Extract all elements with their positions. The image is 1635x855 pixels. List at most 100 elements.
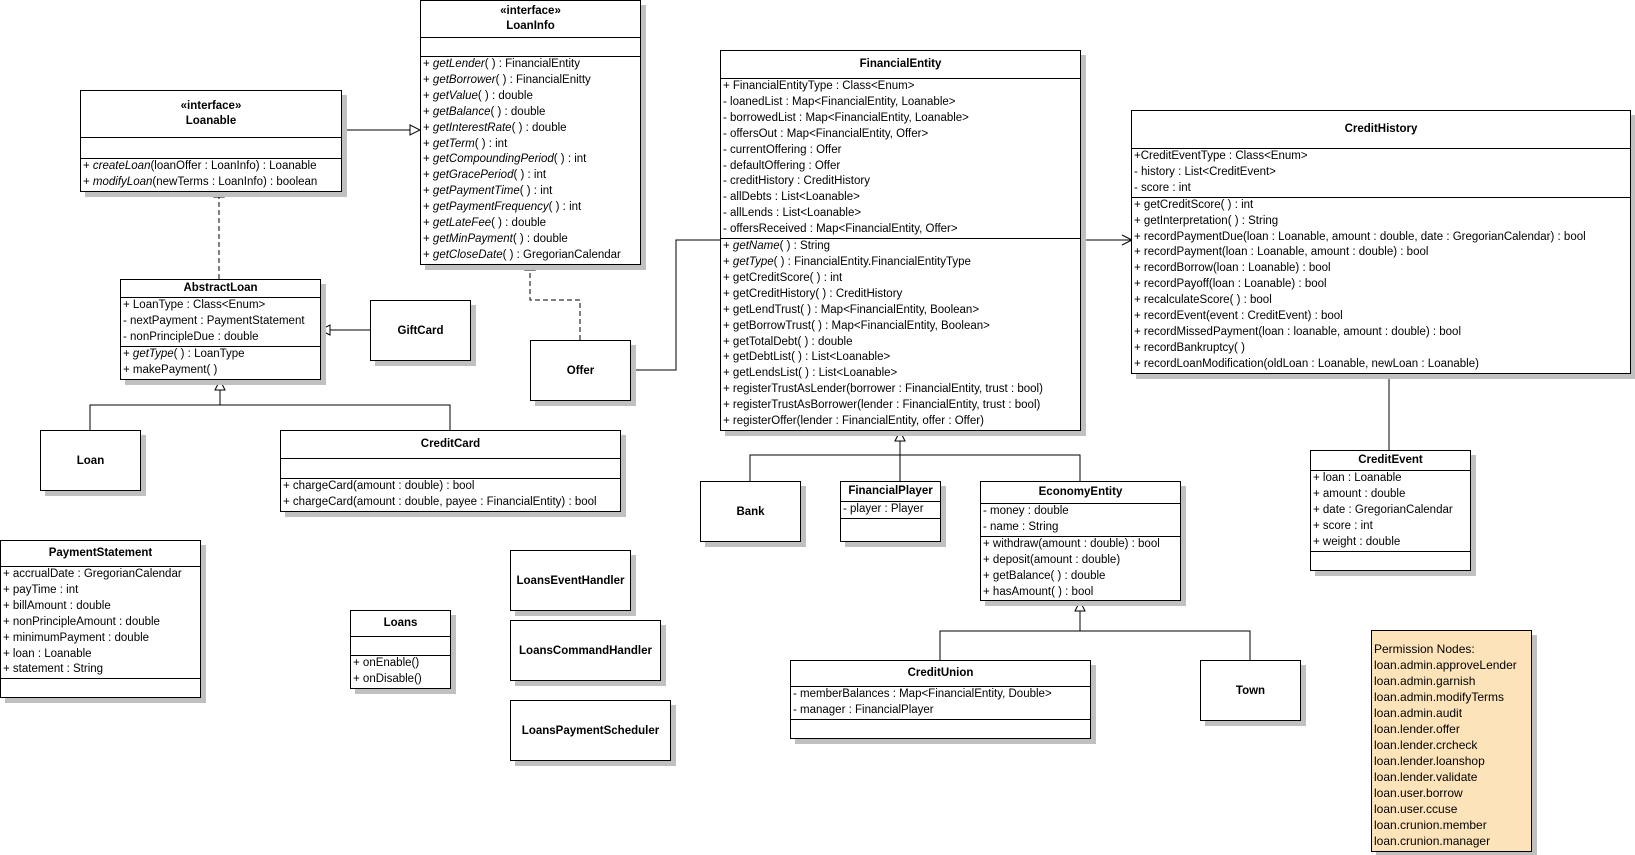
class-loanscommandhandler[interactable]: LoansCommandHandler bbox=[510, 620, 661, 681]
attribute-row: + FinancialEntityType : Class<Enum> bbox=[723, 80, 915, 92]
offer-implements-loaninfo bbox=[530, 260, 581, 340]
operation-row: + recalculateScore( ) : bool bbox=[1134, 294, 1272, 307]
operation-row: + hasAmount( ) : bool bbox=[983, 585, 1094, 598]
operation-row: + modifyLoan(newTerms : LoanInfo) : bool… bbox=[83, 175, 318, 188]
class-creditcard[interactable]: CreditCard + chargeCard(amount : double)… bbox=[280, 430, 621, 512]
class-financialplayer[interactable]: FinancialPlayer - player : Player bbox=[840, 481, 941, 542]
class-name: Loans bbox=[351, 611, 450, 637]
class-financialentity[interactable]: FinancialEntity + FinancialEntityType : … bbox=[720, 50, 1081, 431]
operations-section: + getName( ) : String + getType( ) : Fina… bbox=[721, 239, 1080, 430]
operation-name: getName bbox=[732, 240, 780, 253]
class-paymentstatement[interactable]: PaymentStatement + accrualDate : Gregori… bbox=[0, 540, 201, 699]
operation-row: + getBorrowTrust( ) : Map<FinancialEntit… bbox=[723, 319, 990, 332]
attribute-row: - player : Player bbox=[843, 503, 924, 515]
attributes-section bbox=[81, 138, 341, 159]
attributes-section: - money : double - name : String bbox=[981, 504, 1180, 537]
operation-name: getBorrowTrust bbox=[732, 319, 812, 332]
class-loanseventhandler[interactable]: LoansEventHandler bbox=[510, 550, 631, 611]
attributes-section bbox=[281, 459, 620, 479]
stereotype: «interface» bbox=[180, 100, 242, 112]
operation-row: + getPaymentFrequency( ) : int bbox=[423, 201, 582, 214]
operation-row: + withdraw(amount : double) : bool bbox=[983, 537, 1160, 550]
class-economyentity[interactable]: EconomyEntity - money : double - name : S… bbox=[980, 481, 1181, 602]
class-name: LoansEventHandler bbox=[516, 574, 625, 587]
operation-name: getLendTrust bbox=[732, 303, 801, 316]
operation-name: recordBorrow bbox=[1143, 262, 1213, 275]
operations-section: + onEnable() + onDisable() bbox=[351, 656, 450, 688]
attribute-row: - money : double bbox=[983, 505, 1069, 517]
operation-row: + getLendTrust( ) : Map<FinancialEntity,… bbox=[723, 303, 980, 316]
operation-row: + recordPayoff(loan : Loanable) : bool bbox=[1134, 278, 1327, 291]
operation-row: + recordBankruptcy( ) bbox=[1134, 341, 1245, 354]
permission-node: loan.lender.crcheck bbox=[1374, 738, 1478, 752]
attributes-section: + accrualDate : GregorianCalendar + payTi… bbox=[1, 567, 200, 680]
operation-row: + getValue( ) : double bbox=[423, 89, 533, 102]
operation-row: + registerTrustAsLender(borrower : Finan… bbox=[723, 383, 1043, 396]
operation-name: registerTrustAsLender bbox=[732, 383, 847, 396]
class-creditevent[interactable]: CreditEvent + loan : Loanable + amount : … bbox=[1310, 450, 1471, 571]
operation-name: getGracePeriod bbox=[432, 169, 514, 182]
operation-name: getInterestRate bbox=[432, 121, 512, 134]
operation-name: getPaymentFrequency bbox=[432, 201, 549, 214]
attribute-row: - history : List<CreditEvent> bbox=[1134, 165, 1276, 178]
attribute-row: + weight : double bbox=[1313, 535, 1401, 548]
permission-nodes-note[interactable]: Permission Nodes: loan.admin.approveLend… bbox=[1371, 630, 1532, 852]
operations-section bbox=[791, 720, 1090, 738]
operation-name: modifyLoan bbox=[92, 175, 153, 188]
attribute-row: - defaultOffering : Offer bbox=[723, 159, 841, 172]
permission-node: loan.lender.loanshop bbox=[1374, 754, 1485, 768]
operation-name: createLoan bbox=[92, 160, 151, 172]
operation-row: + chargeCard(amount : double) : bool bbox=[283, 480, 475, 492]
stereotype: «interface» bbox=[500, 5, 561, 17]
class-giftcard[interactable]: GiftCard bbox=[370, 300, 471, 361]
permission-node: loan.admin.garnish bbox=[1374, 674, 1476, 688]
class-name: FinancialPlayer bbox=[841, 482, 940, 502]
operation-name: onDisable bbox=[362, 672, 415, 685]
class-town[interactable]: Town bbox=[1200, 660, 1301, 721]
operation-row: + recordBorrow(loan : Loanable) : bool bbox=[1134, 262, 1331, 275]
class-loaninfo[interactable]: «interface» LoanInfo + getLender( ) : Fin… bbox=[420, 0, 641, 265]
operations-section: + withdraw(amount : double) : bool + depo… bbox=[981, 537, 1180, 601]
attribute-row: - allLends : List<Loanable> bbox=[723, 207, 862, 220]
operation-name: getLender bbox=[432, 58, 485, 70]
permission-node: loan.user.ccuse bbox=[1374, 802, 1458, 816]
operations-section: + chargeCard(amount : double) : bool + ch… bbox=[281, 479, 620, 511]
class-name: Loanable bbox=[185, 115, 237, 127]
operation-name: getPaymentTime bbox=[432, 185, 520, 198]
attribute-row: + billAmount : double bbox=[3, 599, 111, 612]
attribute-row: - score : int bbox=[1134, 181, 1191, 194]
operation-row: + recordMissedPayment(loan : loanable, a… bbox=[1134, 325, 1461, 338]
operation-row: + getBorrower( ) : FinancialEnitty bbox=[423, 73, 591, 86]
attribute-row: - memberBalances : Map<FinancialEntity, … bbox=[793, 688, 1052, 700]
class-loan[interactable]: Loan bbox=[40, 430, 141, 491]
operation-row: + deposit(amount : double) bbox=[983, 553, 1121, 566]
operation-name: getBalance bbox=[432, 105, 491, 118]
operation-row: + getMinPayment( ) : double bbox=[423, 232, 568, 245]
operation-row: + getType( ) : FinancialEntity.Financial… bbox=[723, 255, 971, 268]
operation-row: + getTotalDebt( ) : double bbox=[723, 335, 853, 348]
operation-name: registerOffer bbox=[732, 415, 797, 428]
operation-name: getMinPayment bbox=[432, 232, 513, 245]
operation-row: + getBalance( ) : double bbox=[983, 569, 1106, 582]
class-creditunion[interactable]: CreditUnion - memberBalances : Map<Finan… bbox=[790, 660, 1091, 739]
class-credithistory[interactable]: CreditHistory +CreditEventType : Class<E… bbox=[1131, 110, 1631, 374]
class-bank[interactable]: Bank bbox=[700, 481, 801, 542]
operation-name: getBorrower bbox=[432, 73, 496, 86]
operation-name: getTotalDebt bbox=[732, 335, 798, 348]
attribute-row: - name : String bbox=[983, 520, 1059, 533]
operation-row: + getCompoundingPeriod( ) : int bbox=[423, 153, 587, 166]
operation-name: makePayment bbox=[132, 363, 207, 376]
operation-name: getLendsList bbox=[732, 367, 799, 380]
class-offer[interactable]: Offer bbox=[530, 340, 631, 401]
operation-name: onEnable bbox=[362, 657, 412, 669]
operations-section: + getType( ) : LoanType + makePayment( ) bbox=[121, 347, 320, 379]
operation-row: + getCloseDate( ) : GregorianCalendar bbox=[423, 248, 621, 261]
class-loanspaymentscheduler[interactable]: LoansPaymentScheduler bbox=[510, 700, 671, 761]
operation-row: + getLateFee( ) : double bbox=[423, 217, 547, 230]
class-loans[interactable]: Loans + onEnable() + onDisable() bbox=[350, 610, 451, 689]
permission-node: loan.admin.modifyTerms bbox=[1374, 690, 1505, 704]
class-loanable[interactable]: «interface» Loanable + createLoan(loanOff… bbox=[80, 90, 342, 192]
class-abstractloan[interactable]: AbstractLoan + LoanType : Class<Enum> - n… bbox=[120, 279, 321, 380]
operation-name: getCreditScore bbox=[1143, 198, 1221, 211]
attributes-section bbox=[421, 38, 640, 57]
